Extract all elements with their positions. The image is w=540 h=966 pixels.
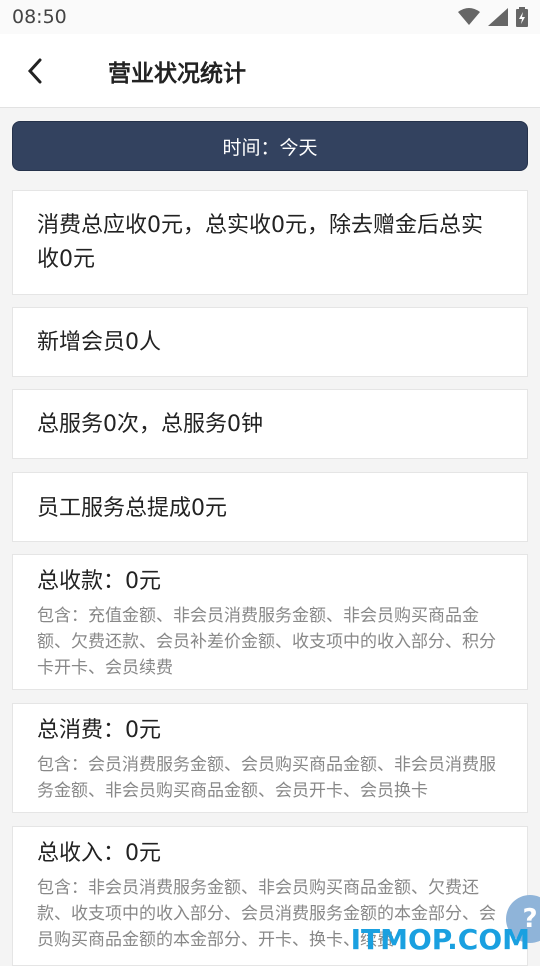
battery-icon bbox=[516, 7, 528, 27]
wifi-icon bbox=[458, 8, 480, 25]
service-text: 总服务0次，总服务0钟 bbox=[37, 412, 263, 437]
new-members-text: 新增会员0人 bbox=[37, 330, 161, 355]
service-card: 总服务0次，总服务0钟 bbox=[12, 389, 528, 459]
new-members-card: 新增会员0人 bbox=[12, 307, 528, 377]
status-bar: 08:50 bbox=[0, 0, 540, 34]
total-collection-text: 总收款：0元 bbox=[37, 569, 161, 594]
status-icons bbox=[458, 7, 528, 27]
total-consumption-card: 总消费：0元 包含：会员消费服务金额、会员购买商品金额、非会员消费服务金额、非会… bbox=[12, 703, 528, 813]
back-button[interactable] bbox=[0, 34, 70, 108]
chevron-left-icon bbox=[27, 58, 42, 83]
total-consumption-text: 总消费：0元 bbox=[37, 718, 161, 743]
total-income-text: 总收入：0元 bbox=[37, 841, 161, 866]
total-consumption-detail: 包含：会员消费服务金额、会员购买商品金额、非会员消费服务金额、非会员购买商品金额… bbox=[37, 755, 496, 801]
status-time: 08:50 bbox=[12, 6, 67, 28]
commission-card: 员工服务总提成0元 bbox=[12, 472, 528, 542]
commission-text: 员工服务总提成0元 bbox=[37, 496, 227, 521]
signal-icon bbox=[488, 8, 508, 26]
page-title: 营业状况统计 bbox=[108, 60, 246, 87]
time-filter-button[interactable]: 时间：今天 bbox=[12, 121, 528, 171]
total-collection-card: 总收款：0元 包含：充值金额、非会员消费服务金额、非会员购买商品金额、欠费还款、… bbox=[12, 554, 528, 690]
total-collection-detail: 包含：充值金额、非会员消费服务金额、非会员购买商品金额、欠费还款、会员补差价金额… bbox=[37, 606, 496, 678]
summary-text: 消费总应收0元，总实收0元，除去赠金后总实收0元 bbox=[37, 213, 483, 272]
watermark: ITMOP.COM bbox=[350, 923, 530, 956]
summary-card: 消费总应收0元，总实收0元，除去赠金后总实收0元 bbox=[12, 190, 528, 295]
header-bar: 营业状况统计 bbox=[0, 34, 540, 108]
